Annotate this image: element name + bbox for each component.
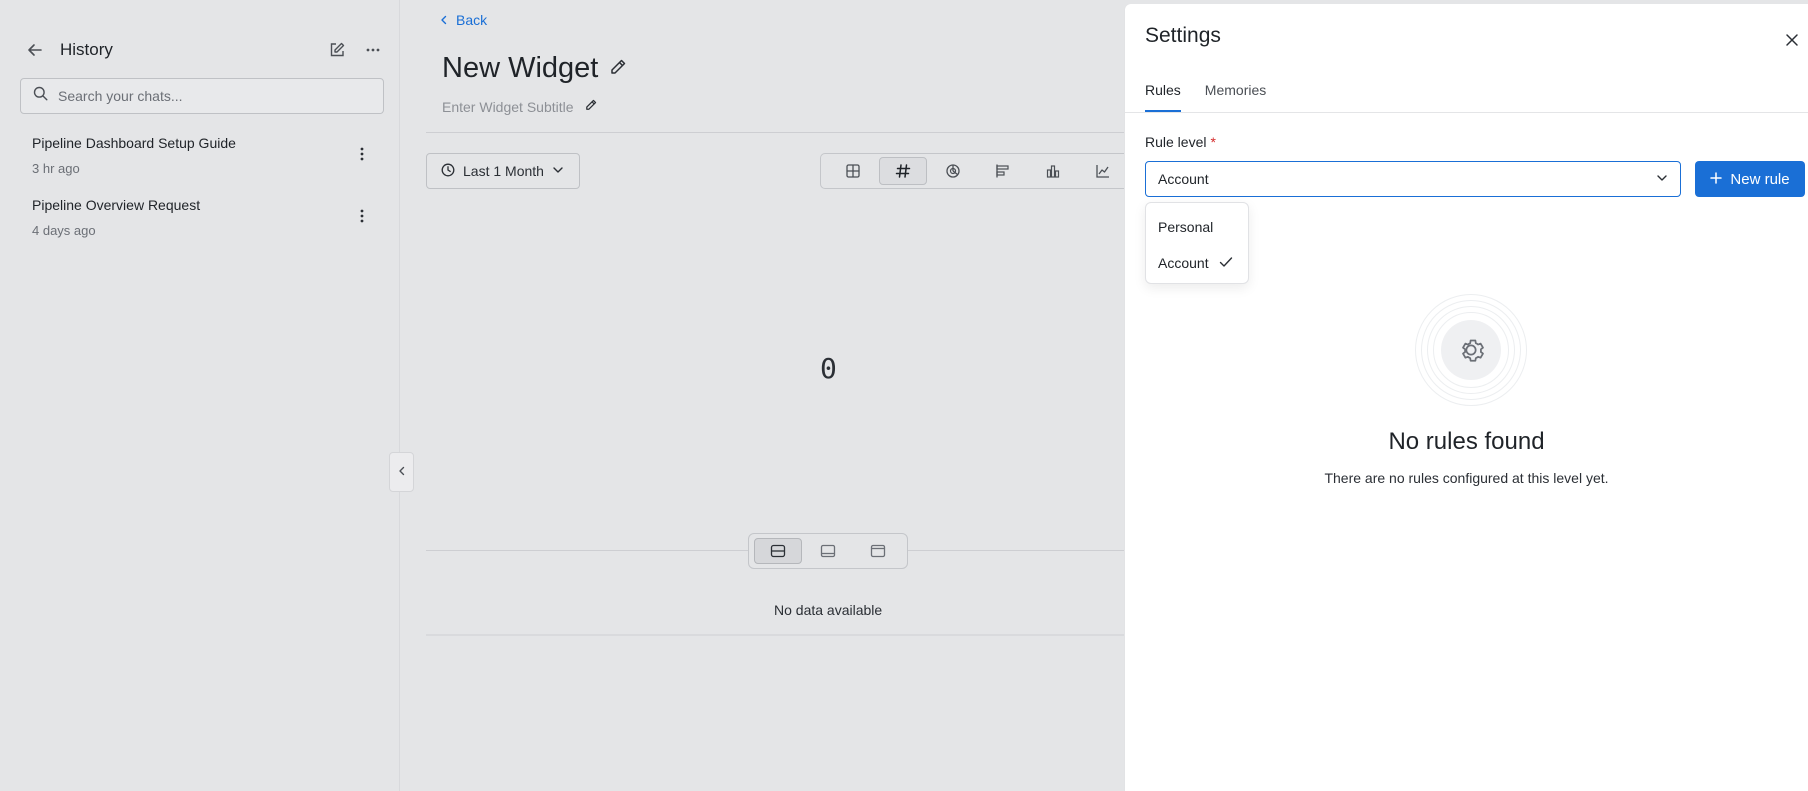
clock-icon bbox=[441, 163, 455, 180]
settings-panel: Settings Rules Memories Rule level * Acco… bbox=[1125, 4, 1808, 791]
sidebar-title: History bbox=[60, 40, 113, 59]
empty-state-illustration bbox=[1415, 294, 1527, 406]
number-icon[interactable] bbox=[879, 157, 927, 185]
pie-icon[interactable] bbox=[929, 157, 977, 185]
more-horizontal-icon[interactable] bbox=[362, 39, 384, 61]
no-data-message: No data available bbox=[774, 602, 883, 618]
more-vertical-icon[interactable] bbox=[352, 205, 372, 227]
date-range-label: Last 1 Month bbox=[463, 163, 544, 179]
option-label: Account bbox=[1158, 255, 1209, 271]
layout-top-panel-icon[interactable] bbox=[854, 538, 902, 564]
history-sidebar: History Pipeline Dashboard Setup Guide 3… bbox=[0, 0, 400, 791]
layout-split-icon[interactable] bbox=[754, 538, 802, 564]
rule-level-value: Account bbox=[1158, 171, 1209, 187]
widget-subtitle: Enter Widget Subtitle bbox=[442, 98, 598, 115]
layout-bottom-panel-icon[interactable] bbox=[804, 538, 852, 564]
chevron-left-icon bbox=[398, 463, 406, 481]
settings-title: Settings bbox=[1145, 24, 1221, 47]
card-bottom-edge bbox=[426, 634, 1126, 636]
rule-level-select[interactable]: Account bbox=[1145, 161, 1681, 197]
chat-title: Pipeline Dashboard Setup Guide bbox=[32, 135, 236, 151]
widget-title: New Widget bbox=[442, 52, 628, 85]
header-divider bbox=[426, 132, 1126, 133]
check-icon bbox=[1219, 255, 1233, 271]
chevron-left-icon bbox=[440, 12, 448, 28]
chevron-down-icon bbox=[552, 163, 564, 179]
sidebar-header: History bbox=[24, 38, 384, 62]
more-vertical-icon[interactable] bbox=[352, 143, 372, 165]
option-label: Personal bbox=[1158, 219, 1214, 235]
chevron-down-icon bbox=[1656, 171, 1668, 187]
widget-subtitle-placeholder[interactable]: Enter Widget Subtitle bbox=[442, 99, 574, 115]
back-arrow-icon[interactable] bbox=[24, 39, 46, 61]
chat-timestamp: 3 hr ago bbox=[32, 161, 80, 176]
rule-level-options-menu: Personal Account bbox=[1145, 202, 1249, 284]
search-icon bbox=[33, 86, 48, 106]
horizontal-bar-icon[interactable] bbox=[979, 157, 1027, 185]
bar-chart-icon[interactable] bbox=[1029, 157, 1077, 185]
back-link[interactable]: Back bbox=[440, 12, 487, 28]
required-marker: * bbox=[1210, 134, 1216, 150]
tab-memories[interactable]: Memories bbox=[1205, 82, 1266, 112]
chat-list-item[interactable]: Pipeline Overview Request 4 days ago bbox=[32, 197, 372, 238]
widget-value: 0 bbox=[820, 352, 837, 385]
chat-list-item[interactable]: Pipeline Dashboard Setup Guide 3 hr ago bbox=[32, 135, 372, 176]
chat-search-box bbox=[20, 78, 384, 114]
tabs-divider bbox=[1125, 112, 1808, 113]
plus-icon bbox=[1710, 171, 1723, 188]
new-rule-label: New rule bbox=[1730, 170, 1790, 188]
line-chart-icon[interactable] bbox=[1079, 157, 1127, 185]
empty-state-title: No rules found bbox=[1388, 428, 1545, 455]
chat-timestamp: 4 days ago bbox=[32, 223, 96, 238]
option-account[interactable]: Account bbox=[1146, 245, 1248, 281]
date-range-dropdown[interactable]: Last 1 Month bbox=[426, 153, 580, 189]
tab-rules[interactable]: Rules bbox=[1145, 82, 1181, 112]
close-icon[interactable] bbox=[1778, 26, 1806, 54]
visualization-type-toolbar bbox=[820, 153, 1140, 189]
edit-subtitle-pencil-icon[interactable] bbox=[584, 98, 598, 115]
settings-tabs: Rules Memories bbox=[1145, 82, 1266, 112]
table-icon[interactable] bbox=[829, 157, 877, 185]
edit-title-pencil-icon[interactable] bbox=[608, 52, 628, 85]
rule-level-label: Rule level * bbox=[1145, 134, 1216, 150]
rule-level-text: Rule level bbox=[1145, 134, 1207, 150]
search-input[interactable] bbox=[58, 88, 358, 104]
layout-toggle-group bbox=[748, 533, 908, 569]
new-rule-button[interactable]: New rule bbox=[1695, 161, 1805, 197]
chat-title: Pipeline Overview Request bbox=[32, 197, 201, 213]
option-personal[interactable]: Personal bbox=[1146, 209, 1248, 245]
back-label: Back bbox=[456, 12, 488, 28]
gear-icon bbox=[1441, 320, 1501, 380]
empty-state-subtitle: There are no rules configured at this le… bbox=[1324, 470, 1609, 486]
collapse-sidebar-button[interactable] bbox=[389, 452, 414, 492]
widget-title-text: New Widget bbox=[442, 52, 599, 84]
new-chat-icon[interactable] bbox=[326, 39, 348, 61]
